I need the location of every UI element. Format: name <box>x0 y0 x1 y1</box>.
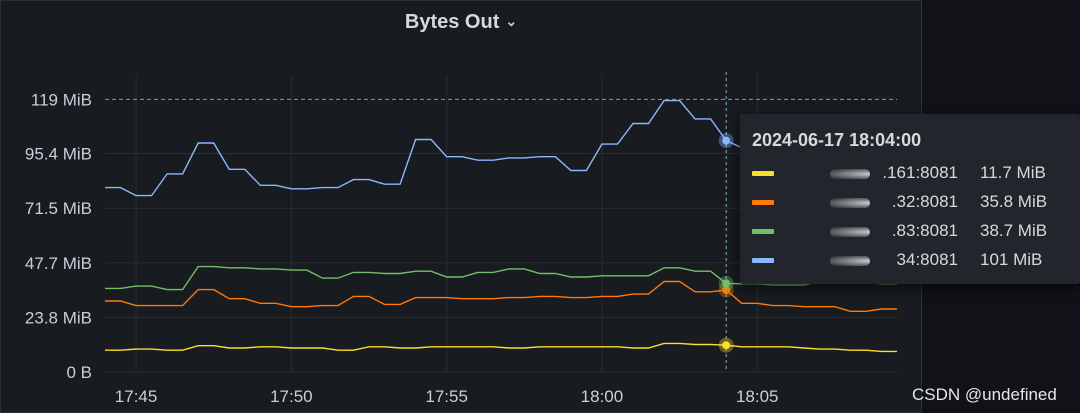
tooltip-row: .83:8081 38.7 MiB <box>752 219 1070 243</box>
tooltip-series-value: 11.7 MiB <box>980 163 1046 182</box>
redacted-host-blur <box>830 198 870 208</box>
y-tick-label: 0 B <box>66 363 92 382</box>
y-tick-label: 95.4 MiB <box>25 145 92 164</box>
tooltip-series-label: .83:8081 <box>891 221 958 240</box>
tooltip-series-label: 34:8081 <box>896 250 958 269</box>
watermark: CSDN @undefined <box>912 385 1057 404</box>
tooltip-row: .161:8081 11.7 MiB <box>752 161 1070 185</box>
tooltip-series-label: .161:8081 <box>882 163 958 182</box>
y-tick-label: 119 MiB <box>31 90 92 109</box>
series-color-swatch <box>752 200 774 205</box>
redacted-host-blur <box>830 227 870 237</box>
tooltip-series-value: 101 MiB <box>980 250 1043 269</box>
hover-point <box>722 136 731 145</box>
hover-point <box>722 279 731 288</box>
tooltip-series-value: 38.7 MiB <box>980 221 1048 240</box>
tooltip-row: .32:8081 35.8 MiB <box>752 190 1070 214</box>
series-line <box>105 342 897 353</box>
hover-tooltip: 2024-06-17 18:04:00 .161:8081 11.7 MiB .… <box>740 114 1080 284</box>
x-tick-label: 18:05 <box>736 387 779 406</box>
series-color-swatch <box>752 258 774 263</box>
series-color-swatch <box>752 229 774 234</box>
tooltip-series-value: 35.8 MiB <box>980 192 1048 211</box>
x-tick-label: 18:00 <box>581 387 624 406</box>
y-tick-label: 23.8 MiB <box>25 308 92 327</box>
tooltip-timestamp: 2024-06-17 18:04:00 <box>752 130 922 150</box>
hover-point <box>722 341 731 350</box>
series-color-swatch <box>752 171 774 176</box>
x-tick-label: 17:45 <box>115 387 158 406</box>
series-line <box>105 280 897 312</box>
redacted-host-blur <box>830 169 870 179</box>
tooltip-row: 34:8081 101 MiB <box>752 248 1070 272</box>
tooltip-series-label: .32:8081 <box>891 192 958 211</box>
x-tick-label: 17:50 <box>270 387 313 406</box>
x-tick-label: 17:55 <box>425 387 468 406</box>
y-tick-label: 71.5 MiB <box>25 199 92 218</box>
redacted-host-blur <box>830 256 870 266</box>
y-tick-label: 47.7 MiB <box>25 254 92 273</box>
